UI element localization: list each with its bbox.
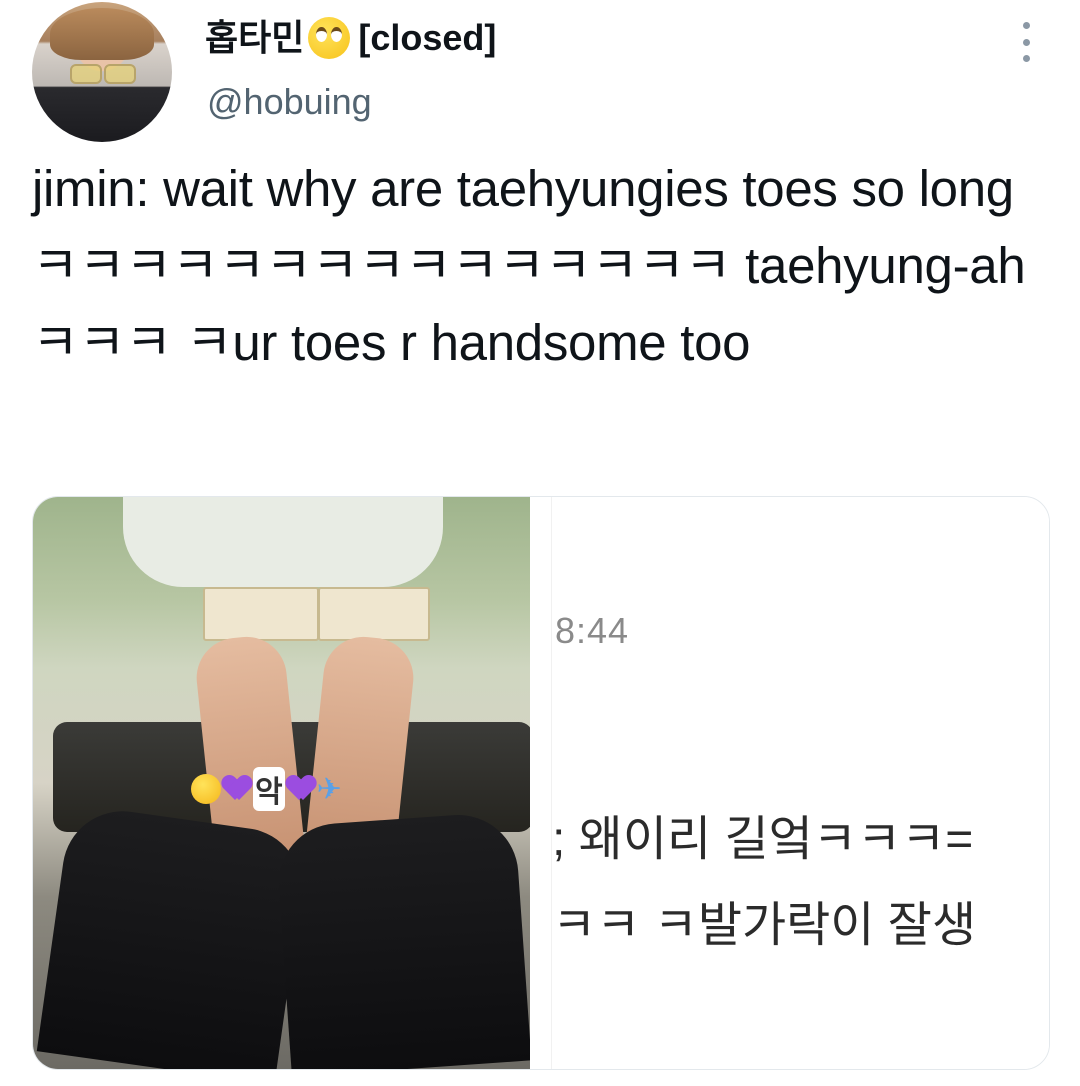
left-leg	[36, 803, 310, 1069]
media-divider	[530, 497, 551, 1069]
tweet-text: jimin: wait why are taehyungies toes so …	[32, 160, 1026, 371]
purple-heart-icon	[287, 776, 315, 802]
airplane-icon: ✈	[316, 772, 342, 806]
user-handle[interactable]: @hobuing	[207, 80, 372, 124]
sticker-text: 악	[253, 767, 285, 811]
status-tag: [closed]	[358, 17, 497, 58]
grinning-sweat-icon	[191, 774, 221, 804]
more-options-icon[interactable]	[1014, 22, 1038, 62]
display-name[interactable]: 홉타민	[205, 14, 304, 62]
seat-headrest	[123, 497, 443, 587]
message-line-1: ; 왜이리 길엌ㅋㅋㅋ=	[552, 813, 974, 866]
avatar-glasses	[70, 64, 136, 84]
avatar[interactable]	[32, 2, 172, 142]
right-leg	[274, 810, 530, 1069]
seat-placard-left	[203, 587, 319, 641]
photo-message-screenshot[interactable]: )8:44 ; 왜이리 길엌ㅋㅋㅋ= ㅋㅋ ㅋ발가락이 잘생	[551, 497, 1049, 1069]
avatar-hair	[50, 8, 154, 60]
seat-placard-right	[318, 587, 430, 641]
face-with-rolling-eyes-icon	[308, 17, 351, 59]
purple-heart-icon	[223, 776, 251, 802]
message-time: )8:44	[552, 610, 630, 651]
photo-feet-on-seat[interactable]: 악 ✈	[33, 497, 530, 1069]
message-line-2: ㅋㅋ ㅋ발가락이 잘생	[552, 899, 977, 952]
display-name-row[interactable]: 홉타민 [closed]	[205, 14, 496, 62]
media-grid: 악 ✈ )8:44 ; 왜이리 길엌ㅋㅋㅋ= ㅋㅋ ㅋ발가락이 잘생	[32, 496, 1050, 1070]
photo-sticker: 악 ✈	[191, 767, 342, 811]
